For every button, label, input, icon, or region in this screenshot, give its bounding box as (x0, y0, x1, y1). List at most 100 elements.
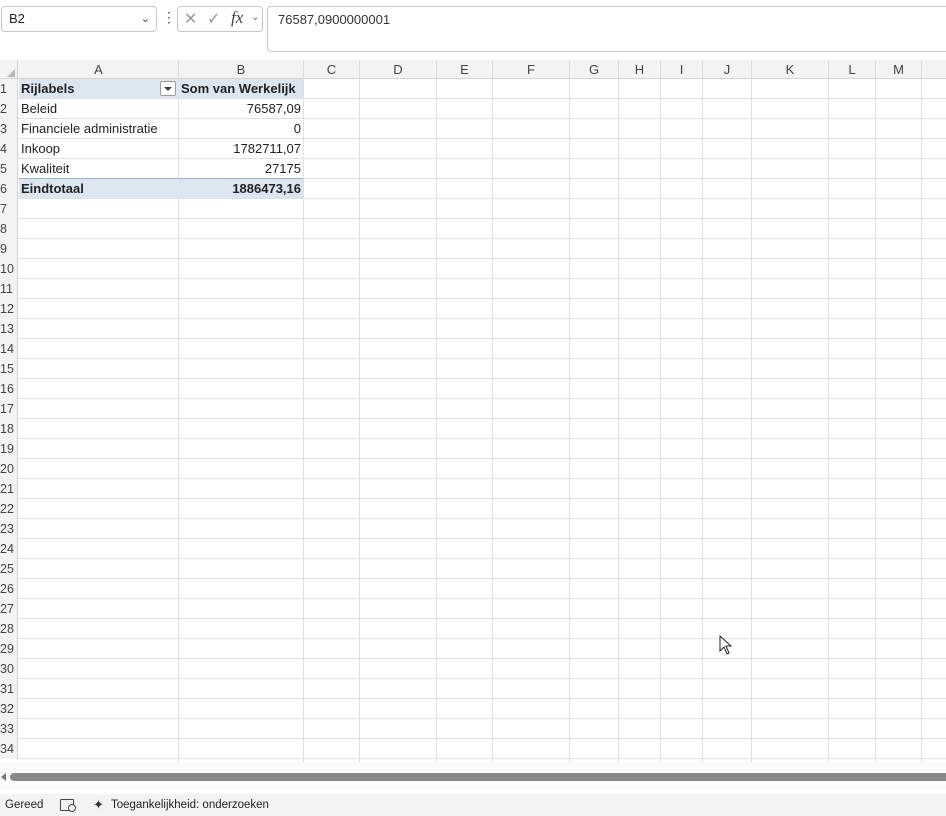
chevron-down-icon[interactable]: ⌄ (141, 7, 150, 31)
row-header[interactable]: 10 (0, 259, 18, 279)
row-header[interactable]: 7 (0, 199, 18, 219)
table-row: 2 Beleid 76587,09 (0, 99, 946, 119)
pivot-total-value[interactable]: 1886473,16 (179, 179, 303, 199)
column-header-h[interactable]: H (619, 60, 661, 79)
chevron-down-icon[interactable]: ⌄ (251, 12, 259, 23)
table-row: 27 (0, 599, 946, 619)
table-row: 12 (0, 299, 946, 319)
scrollbar-thumb[interactable] (10, 773, 946, 781)
macro-recorder-icon[interactable] (60, 799, 76, 812)
row-header[interactable]: 28 (0, 619, 18, 639)
pivot-item-value[interactable]: 27175 (179, 159, 303, 179)
status-ready: Gereed (5, 799, 44, 811)
column-header-k[interactable]: K (752, 60, 829, 79)
insert-function-icon[interactable]: fx (231, 8, 243, 28)
status-bar: Gereed ✦ Toegankelijkheid: onderzoeken (0, 794, 946, 816)
row-header[interactable]: 33 (0, 719, 18, 739)
row-header[interactable]: 23 (0, 519, 18, 539)
column-header-j[interactable]: J (703, 60, 752, 79)
row-header[interactable]: 6 (0, 179, 18, 199)
row-header[interactable]: 14 (0, 339, 18, 359)
table-row: 20 (0, 459, 946, 479)
row-header[interactable]: 16 (0, 379, 18, 399)
row-header[interactable]: 17 (0, 399, 18, 419)
formula-input[interactable]: 76587,0900000001 (267, 6, 946, 52)
column-header-b[interactable]: B (179, 60, 304, 79)
column-header-d[interactable]: D (360, 60, 437, 79)
row-header[interactable]: 5 (0, 159, 18, 179)
row-header[interactable]: 19 (0, 439, 18, 459)
row-header[interactable]: 30 (0, 659, 18, 679)
table-row: 3 Financiele administratie 0 (0, 119, 946, 139)
table-row: 18 (0, 419, 946, 439)
table-row: 30 (0, 659, 946, 679)
horizontal-scrollbar[interactable] (0, 763, 946, 791)
pivot-value-header[interactable]: Som van Werkelijk (181, 79, 296, 99)
column-header-a[interactable]: A (19, 60, 179, 79)
row-header[interactable]: 8 (0, 219, 18, 239)
table-row: 23 (0, 519, 946, 539)
row-header[interactable]: 4 (0, 139, 18, 159)
row-header[interactable]: 15 (0, 359, 18, 379)
table-row: 6 Eindtotaal 1886473,16 (0, 178, 946, 199)
table-row: 7 (0, 199, 946, 219)
column-header-e[interactable]: E (437, 60, 493, 79)
table-row: 26 (0, 579, 946, 599)
row-header[interactable]: 25 (0, 559, 18, 579)
row-header[interactable]: 13 (0, 319, 18, 339)
row-header[interactable]: 1 (0, 79, 18, 99)
row-header[interactable]: 9 (0, 239, 18, 259)
table-row: 29 (0, 639, 946, 659)
row-header[interactable]: 24 (0, 539, 18, 559)
column-headers: A B C D E F G H I J K L M (0, 60, 946, 79)
table-row: 14 (0, 339, 946, 359)
cancel-icon[interactable]: ✕ (184, 9, 197, 29)
table-row: 4 Inkoop 1782711,07 (0, 139, 946, 159)
row-header[interactable]: 29 (0, 639, 18, 659)
pivot-item-label[interactable]: Financiele administratie (19, 119, 178, 139)
row-header[interactable]: 11 (0, 279, 18, 299)
row-header[interactable]: 20 (0, 459, 18, 479)
name-box[interactable]: B2 ⌄ (1, 6, 157, 32)
table-row: 17 (0, 399, 946, 419)
scroll-left-icon[interactable] (1, 773, 6, 781)
accessibility-status[interactable]: Toegankelijkheid: onderzoeken (111, 794, 269, 816)
row-header[interactable]: 27 (0, 599, 18, 619)
pivot-item-label[interactable]: Kwaliteit (19, 159, 178, 179)
column-header-f[interactable]: F (493, 60, 570, 79)
check-icon[interactable]: ✓ (207, 9, 220, 29)
accessibility-icon[interactable]: ✦ (93, 794, 104, 816)
select-all-button[interactable] (0, 60, 18, 79)
row-header[interactable]: 21 (0, 479, 18, 499)
column-header-c[interactable]: C (304, 60, 360, 79)
column-header-i[interactable]: I (661, 60, 703, 79)
row-header[interactable]: 26 (0, 579, 18, 599)
table-row: 32 (0, 699, 946, 719)
table-row: 19 (0, 439, 946, 459)
row-header[interactable]: 22 (0, 499, 18, 519)
row-header[interactable]: 3 (0, 119, 18, 139)
filter-dropdown-button[interactable] (160, 81, 176, 96)
pivot-item-value[interactable]: 0 (179, 119, 303, 139)
table-row: 1 Rijlabels Som van Werkelijk (0, 79, 946, 99)
pivot-item-label[interactable]: Beleid (19, 99, 178, 119)
row-header[interactable]: 31 (0, 679, 18, 699)
row-header[interactable]: 12 (0, 299, 18, 319)
worksheet-grid[interactable]: A B C D E F G H I J K L M 1 Rijlabels So… (0, 60, 946, 763)
column-header-m[interactable]: M (876, 60, 922, 79)
pivot-row-label-header[interactable]: Rijlabels (19, 79, 178, 99)
row-header[interactable]: 18 (0, 419, 18, 439)
pivot-total-label[interactable]: Eindtotaal (19, 179, 178, 199)
table-row: 24 (0, 539, 946, 559)
table-row: 25 (0, 559, 946, 579)
pivot-item-value[interactable]: 1782711,07 (179, 139, 303, 159)
row-header[interactable]: 2 (0, 99, 18, 119)
pivot-item-label[interactable]: Inkoop (19, 139, 178, 159)
pivot-item-value[interactable]: 76587,09 (179, 99, 303, 119)
column-header-l[interactable]: L (829, 60, 876, 79)
table-row: 16 (0, 379, 946, 399)
row-header[interactable]: 34 (0, 739, 18, 759)
column-header-g[interactable]: G (570, 60, 619, 79)
more-options-icon[interactable]: ⋮ (162, 9, 176, 26)
row-header[interactable]: 32 (0, 699, 18, 719)
